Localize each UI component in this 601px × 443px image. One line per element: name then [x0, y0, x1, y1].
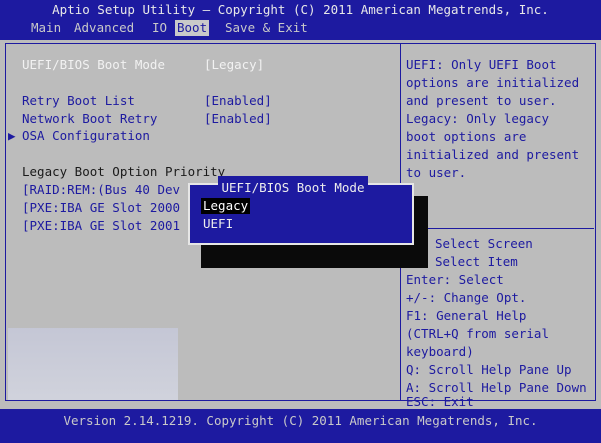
key-help-line: Select Screen [435, 236, 533, 251]
key-help-line: +/-: Change Opt. [406, 290, 527, 305]
footer-version: Version 2.14.1219. Copyright (C) 2011 Am… [63, 413, 538, 428]
popup-option-uefi[interactable]: UEFI [201, 216, 235, 232]
priority-item-1[interactable]: [RAID:REM:(Bus 40 Dev [22, 182, 180, 197]
tab-advanced[interactable]: Advanced [72, 20, 136, 36]
retry-boot-list-value[interactable]: [Enabled] [204, 93, 272, 108]
app-title: Aptio Setup Utility – Copyright (C) 2011… [52, 2, 549, 17]
help-line: and present to user. [406, 93, 557, 108]
help-line: options are initialized [406, 75, 580, 90]
key-help-line: (CTRL+Q from serial [406, 326, 549, 341]
help-line: Legacy: Only legacy [406, 111, 549, 126]
key-help-line: ESC: Exit [406, 394, 474, 409]
priority-item-3[interactable]: [PXE:IBA GE Slot 2001 [22, 218, 180, 233]
background-fade [8, 328, 178, 400]
key-help-line: keyboard) [406, 344, 474, 359]
tab-io[interactable]: IO [150, 20, 169, 36]
tab-save-exit[interactable]: Save & Exit [223, 20, 310, 36]
boot-mode-label[interactable]: UEFI/BIOS Boot Mode [22, 57, 165, 72]
key-help-line: F1: General Help [406, 308, 527, 323]
key-help-line: Select Item [435, 254, 518, 269]
boot-mode-value[interactable]: [Legacy] [204, 57, 264, 72]
submenu-arrow-icon: ▶ [8, 128, 16, 143]
key-help-line: A: Scroll Help Pane Down [406, 380, 587, 395]
help-separator [402, 228, 594, 229]
key-help-line: Q: Scroll Help Pane Up [406, 362, 572, 377]
network-boot-retry-value[interactable]: [Enabled] [204, 111, 272, 126]
priority-item-2[interactable]: [PXE:IBA GE Slot 2000 [22, 200, 180, 215]
osa-configuration-link[interactable]: OSA Configuration [22, 128, 150, 143]
network-boot-retry-label[interactable]: Network Boot Retry [22, 111, 157, 126]
help-line: UEFI: Only UEFI Boot [406, 57, 557, 72]
help-line: boot options are [406, 129, 527, 144]
popup-option-legacy[interactable]: Legacy [201, 198, 251, 214]
tab-main[interactable]: Main [29, 20, 63, 36]
retry-boot-list-label[interactable]: Retry Boot List [22, 93, 135, 108]
key-help-line: Enter: Select [406, 272, 504, 287]
popup-title: UEFI/BIOS Boot Mode [221, 180, 365, 195]
tab-boot[interactable]: Boot [175, 20, 210, 36]
priority-heading: Legacy Boot Option Priority [22, 164, 226, 179]
help-line: to user. [406, 165, 467, 180]
help-line: initialized and present [406, 147, 580, 162]
